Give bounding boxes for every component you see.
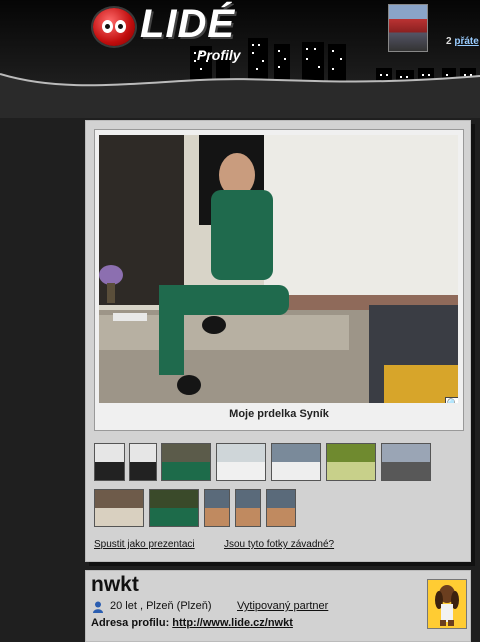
thumb-5[interactable] bbox=[271, 443, 321, 481]
thumb-1[interactable] bbox=[94, 443, 125, 481]
header-wave bbox=[0, 73, 480, 118]
thumb-4[interactable] bbox=[216, 443, 266, 481]
thumb-8[interactable] bbox=[94, 489, 144, 527]
dog-badge-icon[interactable] bbox=[427, 579, 467, 629]
thumb-6[interactable] bbox=[326, 443, 376, 481]
report-photos-link[interactable]: Jsou tyto fotky závadné? bbox=[224, 539, 334, 550]
friends-count: 2 bbox=[446, 36, 452, 47]
main-photo-frame: 🔍 Moje prdelka Syník bbox=[94, 129, 464, 431]
person-icon bbox=[93, 601, 103, 613]
thumb-3[interactable] bbox=[161, 443, 211, 481]
age-location: 20 let , Plzeň (Plzeň) bbox=[110, 600, 212, 612]
friends-link[interactable]: 2 přáte bbox=[446, 36, 479, 47]
profile-address: Adresa profilu: http://www.lide.cz/nwkt bbox=[91, 617, 293, 629]
thumb-2[interactable] bbox=[129, 443, 157, 481]
section-title: Profily bbox=[197, 47, 241, 63]
profile-nickname: nwkt bbox=[91, 573, 139, 596]
thumb-7[interactable] bbox=[381, 443, 431, 481]
slideshow-link[interactable]: Spustit jako prezentaci bbox=[94, 539, 195, 550]
thumb-9[interactable] bbox=[149, 489, 199, 527]
site-header: LIDÉ Profily 2 přáte bbox=[0, 0, 480, 118]
thumb-10[interactable] bbox=[204, 489, 230, 527]
magnifier-icon[interactable]: 🔍 bbox=[445, 397, 458, 403]
site-logo-text[interactable]: LIDÉ bbox=[140, 2, 235, 47]
friends-label: přáte bbox=[454, 36, 479, 47]
thumb-12[interactable] bbox=[266, 489, 296, 527]
photo-caption: Moje prdelka Syník bbox=[229, 408, 329, 420]
main-photo[interactable]: 🔍 bbox=[99, 135, 458, 403]
photo-gallery-panel: 🔍 Moje prdelka Syník Spustit jako prezen… bbox=[85, 120, 471, 562]
user-avatar[interactable] bbox=[388, 4, 428, 52]
logo-icon[interactable] bbox=[93, 8, 135, 46]
address-label: Adresa profilu: bbox=[91, 617, 170, 629]
profile-url-link[interactable]: http://www.lide.cz/nwkt bbox=[172, 617, 293, 629]
partner-link[interactable]: Vytipovaný partner bbox=[237, 600, 328, 612]
profile-info: nwkt 20 let , Plzeň (Plzeň) Vytipovaný p… bbox=[85, 570, 471, 642]
thumb-11[interactable] bbox=[235, 489, 261, 527]
